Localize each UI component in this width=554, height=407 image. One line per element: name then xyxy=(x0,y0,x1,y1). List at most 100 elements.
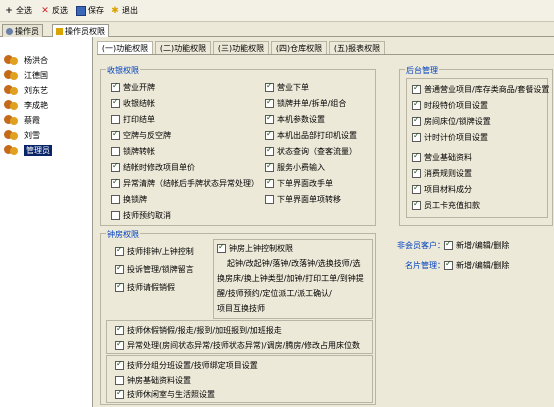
checkbox[interactable]: 项目材料成分 xyxy=(412,183,472,195)
checkbox[interactable]: 营业下单 xyxy=(265,81,309,93)
checkbox[interactable]: 异常处理(房间状态异常/技师状态异常)/调房/腾房/修改占用床位数 xyxy=(115,339,360,351)
tab-function-1[interactable]: (一)功能权限 xyxy=(97,41,153,54)
tab-reports[interactable]: (五)报表权限 xyxy=(329,41,385,54)
backoffice-inner-box xyxy=(406,78,548,218)
checkbox-box xyxy=(412,115,421,126)
users-icon xyxy=(4,144,20,156)
checkbox[interactable]: 收银结帐 xyxy=(111,97,155,109)
checkbox[interactable]: 房间床位/锁牌设置 xyxy=(412,115,491,127)
checkbox-box xyxy=(444,239,453,250)
checkbox-box xyxy=(265,195,274,204)
checkbox-box xyxy=(111,195,120,204)
checkbox[interactable]: 钟房基础资料设置 xyxy=(115,375,191,386)
list-item[interactable]: 蔡霞 xyxy=(4,113,40,127)
group-title: 后台管理 xyxy=(405,65,439,76)
users-icon xyxy=(4,114,20,126)
exit-button[interactable]: ✱ 退出 xyxy=(110,4,138,17)
checkbox-box xyxy=(412,199,421,210)
checkbox[interactable]: 锁牌并单/拆单/组合 xyxy=(265,97,346,109)
checkbox[interactable]: 新增/编辑/删除 xyxy=(444,259,509,271)
exit-icon: ✱ xyxy=(111,5,119,16)
checkbox-box xyxy=(265,161,274,172)
checkbox[interactable]: 新增/编辑/删除 xyxy=(444,239,509,251)
checkbox-box xyxy=(111,177,120,188)
list-item[interactable]: 江德国 xyxy=(4,68,48,82)
key-icon xyxy=(56,27,63,35)
checkbox-box xyxy=(265,145,274,156)
checkbox-box xyxy=(111,129,120,140)
checkbox-box xyxy=(115,281,124,292)
checkbox[interactable]: 空牌与反空牌 xyxy=(111,129,171,141)
checkbox-box xyxy=(265,81,274,92)
tab-function-2[interactable]: (二)功能权限 xyxy=(155,41,211,54)
checkbox[interactable]: 下单界面改手单 xyxy=(265,177,333,189)
checkbox-box xyxy=(115,359,124,370)
checkbox[interactable]: 营业基础资料 xyxy=(412,151,472,163)
list-item[interactable]: 杨洪合 xyxy=(4,53,48,67)
checkbox[interactable]: 结帐时修改项目单价 xyxy=(111,161,195,173)
invert-selection-button[interactable]: ✕ 反选 xyxy=(40,4,68,17)
tab-operators[interactable]: 操作员 xyxy=(2,24,43,37)
checkbox[interactable]: 投诉管理/锁牌留言 xyxy=(115,263,194,275)
checkbox-box xyxy=(412,99,421,110)
checkbox[interactable]: 异常清牌（结帐后手牌状态异常处理） xyxy=(111,177,259,189)
checkbox-box xyxy=(111,147,120,156)
checkbox[interactable]: 状态查询（查客流量） xyxy=(265,145,357,157)
business-card-label: 名片管理： xyxy=(405,261,445,270)
list-item[interactable]: 刘雪 xyxy=(4,128,40,142)
backoffice-permissions-group: 后台管理 普通营业项目/库存类商品/套餐设置 时段特价项目设置 房间床位/锁牌设… xyxy=(399,65,553,226)
checkbox-box xyxy=(444,259,453,270)
list-item[interactable]: 管理员 xyxy=(4,143,52,157)
checkbox[interactable]: 时段特价项目设置 xyxy=(412,99,488,111)
checkbox[interactable]: 技师休闲室与生活照设置 xyxy=(115,388,215,400)
tab-function-3[interactable]: (三)功能权限 xyxy=(213,41,269,54)
select-all-button[interactable]: + 全选 xyxy=(4,4,32,17)
checkbox-box xyxy=(217,242,226,253)
checkbox-box xyxy=(115,339,124,350)
checkbox[interactable]: 员工卡充值扣款 xyxy=(412,199,480,211)
on-clock-description-line: 换房床/换上钟类型/加钟/打印工单/到钟提 xyxy=(217,274,364,283)
checkbox-box xyxy=(412,167,421,178)
checkbox[interactable]: 下单界面单项转移 xyxy=(265,194,341,205)
users-icon xyxy=(4,69,20,81)
checkbox-box xyxy=(115,263,124,274)
group-title: 收银权限 xyxy=(106,65,140,76)
checkbox[interactable]: 换锁牌 xyxy=(111,194,147,205)
checkbox-box xyxy=(265,129,274,140)
tab-warehouse[interactable]: (四)仓库权限 xyxy=(271,41,327,54)
save-icon xyxy=(76,5,86,16)
checkbox-box xyxy=(115,376,124,385)
list-item[interactable]: 李成艳 xyxy=(4,98,48,112)
checkbox[interactable]: 锁牌转帐 xyxy=(111,146,155,157)
checkbox-box xyxy=(115,388,124,399)
checkbox[interactable]: 服务小费输入 xyxy=(265,161,325,173)
users-icon xyxy=(4,99,20,111)
save-button[interactable]: 保存 xyxy=(76,4,104,17)
checkbox[interactable]: 本机参数设置 xyxy=(265,113,325,125)
checkbox[interactable]: 计时计价项目设置 xyxy=(412,131,488,143)
operator-list: 杨洪合 江德国 刘东艺 李成艳 蔡霞 刘雪 管理员 xyxy=(0,37,93,407)
checkbox[interactable]: 营业开牌 xyxy=(111,81,155,93)
checkbox[interactable]: 消费规则设置 xyxy=(412,167,472,179)
cashier-permissions-group: 收银权限 营业开牌 收银结帐 打印结单 空牌与反空牌 锁牌转帐 结帐时修改项目单… xyxy=(100,65,376,226)
tab-operator-permissions[interactable]: 操作员权限 xyxy=(52,24,109,37)
checkbox[interactable]: 技师预约取消 xyxy=(111,210,171,221)
checkbox-box xyxy=(412,131,421,142)
checkbox[interactable]: 技师请假销假 xyxy=(115,281,175,293)
permission-tabs: (一)功能权限 (二)功能权限 (三)功能权限 (四)仓库权限 (五)报表权限 xyxy=(97,38,554,55)
checkbox-box xyxy=(412,151,421,162)
checkbox-box xyxy=(115,324,124,335)
checkbox[interactable]: 钟房上钟控制权限 xyxy=(217,242,293,254)
checkbox[interactable]: 技师排钟/上钟控制 xyxy=(115,245,194,257)
checkbox-box xyxy=(111,115,120,124)
checkbox-box xyxy=(111,211,120,220)
checkbox-box xyxy=(115,245,124,256)
on-clock-description-line: 醒/技师预约/定位派工/派工确认/ xyxy=(217,289,332,298)
checkbox[interactable]: 普通营业项目/库存类商品/套餐设置 xyxy=(412,83,549,95)
list-item[interactable]: 刘东艺 xyxy=(4,83,48,97)
checkbox[interactable]: 技师分组分班设置/技师绑定项目设置 xyxy=(115,359,258,371)
checkbox[interactable]: 打印结单 xyxy=(111,114,155,125)
checkbox[interactable]: 本机出品部打印机设置 xyxy=(265,129,357,141)
checkbox-box xyxy=(265,97,274,108)
checkbox[interactable]: 技师休假销假/报走/报到/加班报到/加班报走 xyxy=(115,324,282,336)
